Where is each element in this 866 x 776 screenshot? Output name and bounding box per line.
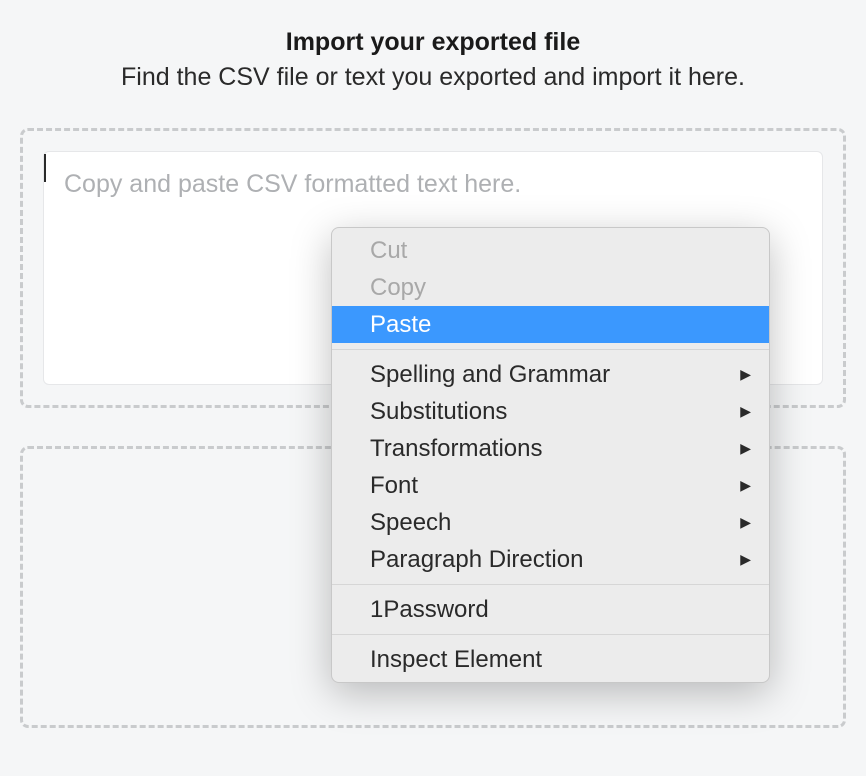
context-menu-item-label: Inspect Element: [370, 646, 542, 674]
context-menu-item-paste[interactable]: Paste: [332, 306, 769, 343]
chevron-right-icon: ▶: [740, 366, 751, 383]
context-menu-item-speech[interactable]: Speech ▶: [332, 504, 769, 541]
context-menu-item-font[interactable]: Font ▶: [332, 467, 769, 504]
context-menu-item-paragraph-direction[interactable]: Paragraph Direction ▶: [332, 541, 769, 578]
context-menu-item-inspect-element[interactable]: Inspect Element: [332, 641, 769, 678]
page-subtitle: Find the CSV file or text you exported a…: [0, 63, 866, 92]
page-title: Import your exported file: [0, 28, 866, 57]
context-menu-item-substitutions[interactable]: Substitutions ▶: [332, 393, 769, 430]
context-menu-item-cut: Cut: [332, 232, 769, 269]
context-menu-item-transformations[interactable]: Transformations ▶: [332, 430, 769, 467]
chevron-right-icon: ▶: [740, 551, 751, 568]
context-menu-item-label: Cut: [370, 237, 407, 265]
context-menu-item-copy: Copy: [332, 269, 769, 306]
chevron-right-icon: ▶: [740, 403, 751, 420]
context-menu-item-label: Paragraph Direction: [370, 546, 583, 574]
text-cursor: [44, 154, 46, 182]
context-menu-item-1password[interactable]: 1Password: [332, 591, 769, 628]
chevron-right-icon: ▶: [740, 477, 751, 494]
context-menu-item-label: Font: [370, 472, 418, 500]
context-menu-item-label: Paste: [370, 311, 431, 339]
chevron-right-icon: ▶: [740, 440, 751, 457]
chevron-right-icon: ▶: [740, 514, 751, 531]
csv-textarea-placeholder: Copy and paste CSV formatted text here.: [64, 170, 521, 198]
context-menu-item-label: 1Password: [370, 596, 489, 624]
context-menu: CutCopyPasteSpelling and Grammar▶Substit…: [331, 227, 770, 683]
context-menu-item-label: Substitutions: [370, 398, 507, 426]
context-menu-item-spelling-and-grammar[interactable]: Spelling and Grammar ▶: [332, 356, 769, 393]
context-menu-separator: [332, 584, 769, 585]
context-menu-separator: [332, 349, 769, 350]
context-menu-separator: [332, 634, 769, 635]
context-menu-item-label: Speech: [370, 509, 451, 537]
context-menu-item-label: Transformations: [370, 435, 543, 463]
header: Import your exported file Find the CSV f…: [0, 0, 866, 112]
context-menu-item-label: Copy: [370, 274, 426, 302]
context-menu-item-label: Spelling and Grammar: [370, 361, 610, 389]
